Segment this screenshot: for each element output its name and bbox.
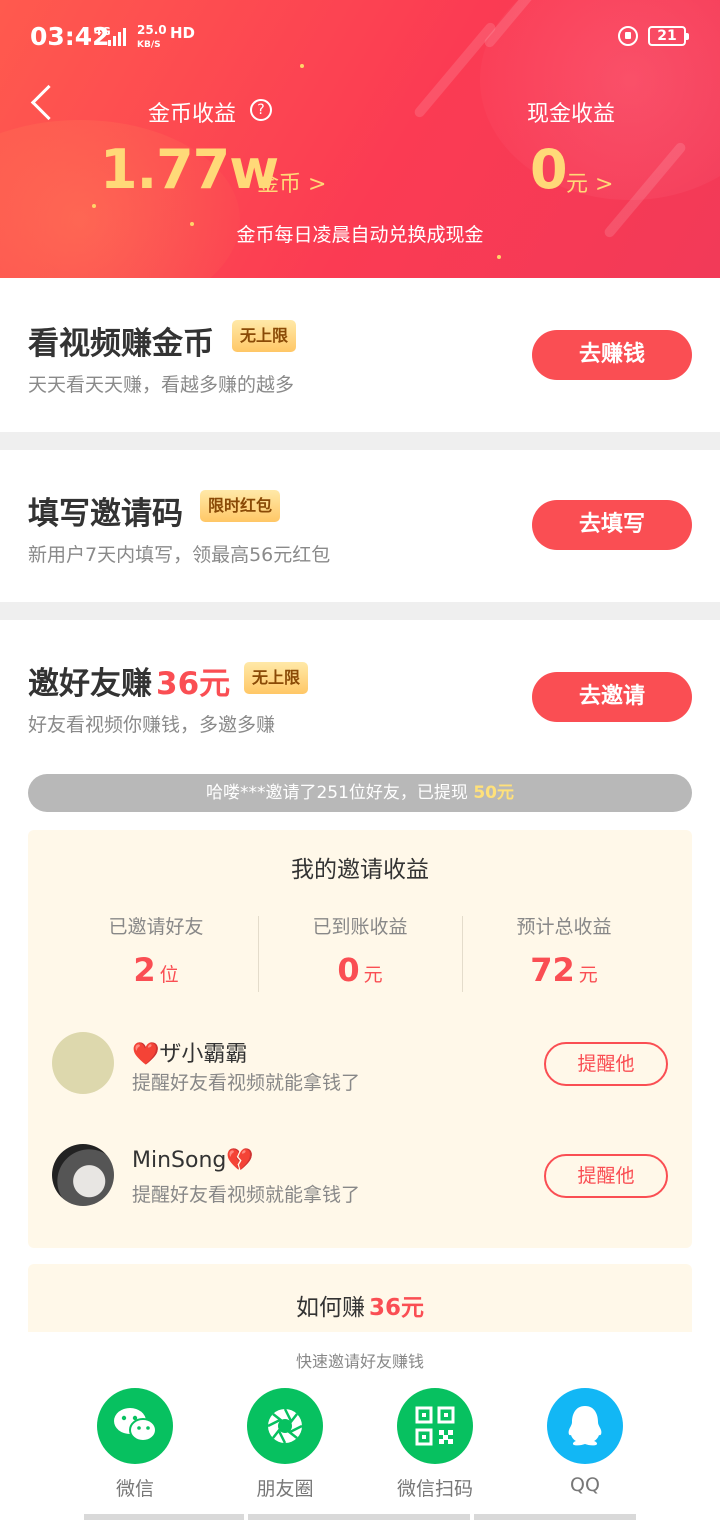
divider [462, 916, 463, 992]
battery-icon: 21 [648, 26, 689, 46]
share-wechat[interactable]: 微信 [75, 1388, 195, 1500]
cash-earnings-value[interactable]: 0 [530, 138, 568, 201]
share-sheet: 快速邀请好友赚钱 微信 朋友圈 微信扫码 QQ [0, 1332, 720, 1520]
task-subtitle: 天天看天天赚，看越多赚的越多 [28, 374, 295, 396]
task-title: 填写邀请码 [28, 496, 183, 532]
task-badge: 无上限 [232, 320, 297, 352]
share-wechat-scan[interactable]: 微信扫码 [375, 1388, 495, 1500]
bottom-divider [84, 1514, 244, 1520]
stat-value: 0元 [337, 951, 383, 989]
ticker-text: 哈喽***邀请了251位好友，已提现 [205, 783, 468, 803]
share-qq[interactable]: QQ [525, 1388, 645, 1498]
network-speed: 25.0 KB/S [137, 24, 167, 52]
speed-value: 25.0 [137, 23, 167, 37]
friend-row: MinSong💔 提醒好友看视频就能拿钱了 提醒他 [52, 1144, 672, 1208]
task-title: 邀好友赚 36元 [28, 658, 230, 703]
sparkle-dot [497, 255, 501, 259]
share-label: 微信扫码 [396, 1478, 473, 1500]
stat-value: 2位 [133, 951, 179, 989]
friend-row: ❤️ザ小霸霸 提醒好友看视频就能拿钱了 提醒他 [52, 1032, 672, 1096]
sparkle-dot [92, 204, 96, 208]
stat-invited-friends: 已邀请好友 2位 [56, 912, 256, 989]
rotation-lock-icon [618, 26, 638, 46]
share-caption: 快速邀请好友赚钱 [295, 1352, 424, 1371]
speed-unit: KB/S [137, 40, 161, 50]
task-title: 看视频赚金币 [28, 326, 214, 362]
coin-earnings-link[interactable]: 金币 > [257, 166, 326, 198]
task-subtitle: 好友看视频你赚钱，多邀多赚 [28, 714, 276, 736]
divider [258, 916, 259, 992]
signal-icon [108, 28, 130, 46]
how-to-earn-title: 如何赚 36元 [295, 1295, 424, 1321]
invite-button[interactable]: 去邀请 [532, 672, 692, 722]
moments-icon [247, 1388, 323, 1464]
coin-earnings-value[interactable]: 1.77w [100, 138, 279, 201]
friend-name: ❤️ザ小霸霸 [132, 1042, 248, 1067]
task-card-invite-code: 填写邀请码 限时红包 新用户7天内填写，领最高56元红包 去填写 [0, 450, 720, 602]
how-to-earn-section: 如何赚 36元 [28, 1264, 692, 1334]
wechat-icon [97, 1388, 173, 1464]
sparkle-dot [300, 64, 304, 68]
friend-subtitle: 提醒好友看视频就能拿钱了 [132, 1184, 361, 1206]
fill-code-button[interactable]: 去填写 [532, 500, 692, 550]
share-label: 朋友圈 [256, 1478, 314, 1500]
exchange-note: 金币每日凌晨自动兑换成现金 [236, 224, 484, 246]
stat-expected-earnings: 预计总收益 72 元 [464, 912, 664, 989]
qq-icon [547, 1388, 623, 1464]
stat-label: 预计总收益 [516, 916, 612, 938]
earn-money-button[interactable]: 去赚钱 [532, 330, 692, 380]
how-to-earn-amount: 36元 [368, 1295, 424, 1321]
qr-code-icon [397, 1388, 473, 1464]
share-moments[interactable]: 朋友圈 [225, 1388, 345, 1500]
task-badge: 限时红包 [200, 490, 281, 522]
help-icon[interactable]: ? [250, 99, 272, 121]
avatar [52, 1032, 114, 1094]
invite-earnings-title: 我的邀请收益 [291, 857, 429, 883]
status-bar: 03:42 4G 25.0 KB/S HD 21 [0, 18, 720, 58]
stat-value: 72 元 [530, 951, 598, 989]
back-button[interactable] [24, 84, 60, 124]
cash-earnings-title: 现金收益 [527, 102, 616, 127]
remind-button[interactable]: 提醒他 [544, 1154, 668, 1198]
share-label: 微信 [115, 1478, 154, 1500]
friend-name: MinSong💔 [132, 1148, 254, 1173]
stat-received-earnings: 已到账收益 0元 [260, 912, 460, 989]
bottom-divider [248, 1514, 470, 1520]
avatar [52, 1144, 114, 1206]
coin-earnings-title: 金币收益 [148, 102, 237, 127]
task-title-amount: 36元 [156, 666, 231, 702]
cash-earnings-link[interactable]: 元 > [566, 166, 613, 198]
earnings-header: 03:42 4G 25.0 KB/S HD 21 金币收益 ? 1.77w 金币… [0, 0, 720, 278]
task-title-text: 邀好友赚 [28, 666, 152, 702]
invite-ticker: 哈喽***邀请了251位好友，已提现 50元 [28, 774, 692, 812]
friend-subtitle: 提醒好友看视频就能拿钱了 [132, 1072, 361, 1094]
task-card-watch-video: 看视频赚金币 无上限 天天看天天赚，看越多赚的越多 去赚钱 [0, 278, 720, 432]
task-badge: 无上限 [244, 662, 309, 694]
share-label: QQ [570, 1474, 600, 1496]
remind-button[interactable]: 提醒他 [544, 1042, 668, 1086]
ticker-amount: 50元 [473, 783, 515, 803]
stat-label: 已到账收益 [312, 916, 408, 938]
task-subtitle: 新用户7天内填写，领最高56元红包 [28, 544, 331, 566]
bottom-divider [474, 1514, 636, 1520]
hd-indicator: HD [170, 24, 196, 42]
invite-earnings-panel: 我的邀请收益 已邀请好友 2位 已到账收益 0元 预计总收益 72 元 ❤️ザ小霸… [28, 830, 692, 1248]
stat-label: 已邀请好友 [108, 916, 204, 938]
